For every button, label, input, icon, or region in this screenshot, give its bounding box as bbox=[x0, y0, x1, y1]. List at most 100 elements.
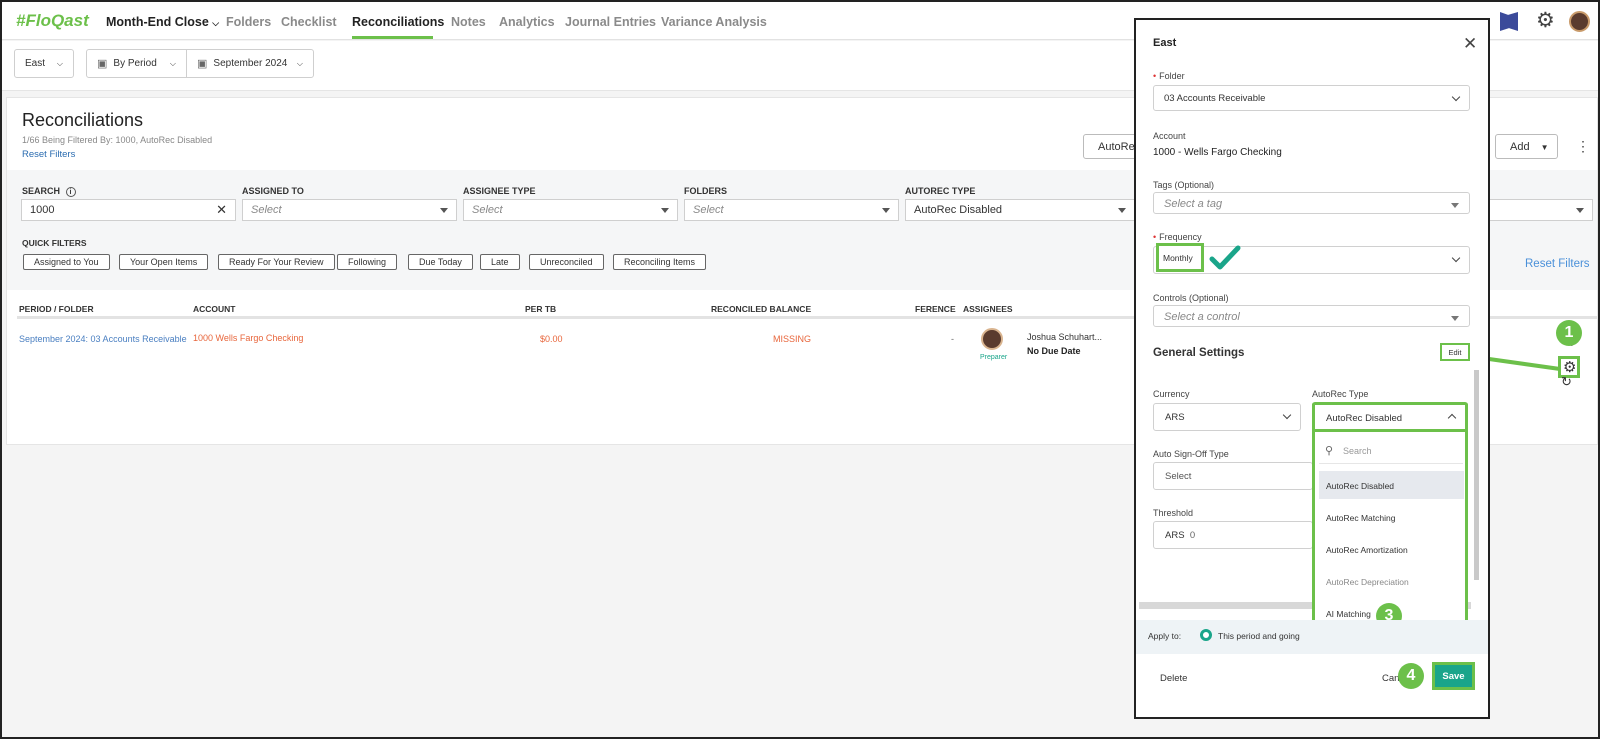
quick-filter-ready-for-review[interactable]: Ready For Your Review bbox=[218, 254, 335, 270]
app-frame: #FloQast Month-End Close ⌵ Folders Check… bbox=[0, 0, 1600, 739]
add-label: Add bbox=[1510, 141, 1530, 153]
more-options-icon[interactable]: ⋮ bbox=[1576, 138, 1590, 155]
logo-text: FloQast bbox=[25, 11, 89, 30]
entity-select[interactable]: East ⌵ bbox=[14, 49, 74, 78]
vertical-scrollbar[interactable] bbox=[1474, 370, 1479, 580]
quick-filter-late[interactable]: Late bbox=[480, 254, 520, 270]
folder-select[interactable]: 03 Accounts Receivable bbox=[1153, 85, 1470, 111]
month-end-close-menu[interactable]: Month-End Close ⌵ bbox=[106, 15, 219, 29]
add-button[interactable]: Add ▼ bbox=[1495, 134, 1558, 159]
assigned-to-select[interactable]: Select bbox=[242, 199, 457, 221]
row-per-tb: $0.00 bbox=[540, 334, 563, 344]
frequency-value: Monthly bbox=[1163, 253, 1193, 263]
folders-placeholder: Select bbox=[693, 204, 724, 216]
apply-to-label: Apply to: bbox=[1148, 631, 1182, 641]
autorec-type-label: AUTOREC TYPE bbox=[905, 186, 976, 196]
caret-down-icon bbox=[1576, 208, 1584, 213]
col-per-tb[interactable]: PER TB bbox=[525, 304, 556, 314]
threshold-input[interactable]: ARS 0 bbox=[1153, 521, 1313, 549]
close-icon[interactable]: ✕ bbox=[1463, 34, 1477, 54]
assignee-type-label: ASSIGNEE TYPE bbox=[463, 186, 536, 196]
reset-filters-link[interactable]: Reset Filters bbox=[22, 149, 75, 160]
option-autorec-depreciation[interactable]: AutoRec Depreciation bbox=[1319, 567, 1464, 595]
gear-icon[interactable]: ⚙ bbox=[1536, 8, 1555, 33]
assignee-avatar[interactable] bbox=[981, 328, 1003, 350]
delete-button[interactable]: Delete bbox=[1160, 673, 1187, 684]
assignee-type-placeholder: Select bbox=[472, 204, 503, 216]
period-mode-select[interactable]: ▣ By Period ⌵ bbox=[86, 49, 187, 78]
tags-label: Tags (Optional) bbox=[1153, 180, 1215, 190]
active-tab-indicator bbox=[352, 36, 433, 39]
caret-down-icon bbox=[1118, 208, 1126, 213]
floqast-logo[interactable]: #FloQast bbox=[16, 11, 89, 31]
chevron-down-icon: ⌵ bbox=[296, 58, 303, 68]
row-account-link[interactable]: 1000 Wells Fargo Checking bbox=[193, 333, 303, 343]
quick-filter-reconciling-items[interactable]: Reconciling Items bbox=[613, 254, 707, 270]
nav-journal-entries[interactable]: Journal Entries bbox=[565, 15, 656, 29]
book-icon[interactable] bbox=[1500, 12, 1518, 31]
controls-select[interactable]: Select a control bbox=[1153, 305, 1470, 327]
currency-select[interactable]: ARS bbox=[1153, 403, 1301, 431]
quick-filter-unreconciled[interactable]: Unreconciled bbox=[529, 254, 604, 270]
extra-filter-select[interactable] bbox=[1487, 199, 1593, 221]
col-account[interactable]: ACCOUNT bbox=[193, 304, 236, 314]
period-label: September 2024 bbox=[213, 58, 288, 69]
col-reconciled-balance[interactable]: RECONCILED BALANCE bbox=[711, 304, 811, 314]
quick-filter-assigned-to-you[interactable]: Assigned to You bbox=[23, 254, 110, 270]
assignee-name: Joshua Schuhart... bbox=[1027, 332, 1103, 342]
nav-variance-analysis[interactable]: Variance Analysis bbox=[661, 15, 767, 29]
autorec-type-value: AutoRec Disabled bbox=[1326, 413, 1403, 424]
dropdown-search-placeholder: Search bbox=[1343, 446, 1372, 456]
chevron-up-icon bbox=[1447, 413, 1457, 423]
assigned-to-label: ASSIGNED TO bbox=[242, 186, 304, 196]
search-value: 1000 bbox=[30, 204, 55, 216]
save-button[interactable]: Save bbox=[1432, 662, 1475, 690]
reset-filters-right-link[interactable]: Reset Filters bbox=[1525, 258, 1590, 270]
threshold-value: 0 bbox=[1189, 530, 1196, 541]
filter-summary: 1/66 Being Filtered By: 1000, AutoRec Di… bbox=[22, 135, 213, 145]
caret-down-icon bbox=[440, 208, 448, 213]
folders-select[interactable]: Select bbox=[684, 199, 899, 221]
modal-title: East bbox=[1153, 37, 1177, 49]
apply-radio[interactable] bbox=[1200, 629, 1212, 641]
calendar-icon: ▣ bbox=[97, 58, 108, 70]
option-autorec-matching[interactable]: AutoRec Matching bbox=[1319, 503, 1464, 531]
col-difference[interactable]: FERENCE bbox=[915, 304, 956, 314]
quick-filter-due-today[interactable]: Due Today bbox=[408, 254, 473, 270]
currency-value: ARS bbox=[1165, 412, 1185, 423]
quick-filter-your-open-items[interactable]: Your Open Items bbox=[119, 254, 209, 270]
threshold-currency: ARS bbox=[1165, 530, 1185, 541]
col-period-folder[interactable]: PERIOD / FOLDER bbox=[19, 304, 94, 314]
required-marker: • bbox=[1153, 71, 1157, 81]
option-autorec-disabled[interactable]: AutoRec Disabled bbox=[1319, 471, 1464, 499]
row-reconciled-balance: MISSING bbox=[773, 334, 812, 344]
chevron-down-icon: ⌵ bbox=[212, 18, 220, 28]
nav-notes[interactable]: Notes bbox=[451, 15, 486, 29]
assignee-type-select[interactable]: Select bbox=[463, 199, 678, 221]
option-autorec-amortization[interactable]: AutoRec Amortization bbox=[1319, 535, 1464, 563]
clear-icon[interactable]: ✕ bbox=[216, 202, 227, 218]
period-select[interactable]: ▣ September 2024 ⌵ bbox=[186, 49, 314, 78]
cancel-button[interactable]: Can bbox=[1382, 673, 1399, 684]
nav-folders[interactable]: Folders bbox=[226, 15, 271, 29]
chevron-down-icon bbox=[1451, 92, 1461, 102]
reconciliation-settings-modal: East ✕ • Folder 03 Accounts Receivable Ac… bbox=[1134, 18, 1490, 719]
nav-analytics[interactable]: Analytics bbox=[499, 15, 555, 29]
auto-signoff-select[interactable]: Select bbox=[1153, 462, 1313, 490]
period-mode-label: By Period bbox=[113, 58, 157, 69]
quick-filter-following[interactable]: Following bbox=[337, 254, 398, 270]
row-period-folder-link[interactable]: September 2024: 03 Accounts Receivable bbox=[19, 334, 187, 344]
autorec-type-select[interactable]: AutoRec Disabled bbox=[905, 199, 1135, 221]
search-input[interactable]: 1000 ✕ bbox=[21, 199, 236, 221]
edit-button[interactable]: Edit bbox=[1440, 343, 1470, 361]
dropdown-search-input[interactable]: ⚲ Search bbox=[1319, 437, 1463, 464]
avatar[interactable] bbox=[1569, 11, 1590, 32]
search-label: SEARCH i bbox=[22, 186, 76, 197]
nav-reconciliations[interactable]: Reconciliations bbox=[352, 15, 444, 29]
tags-select[interactable]: Select a tag bbox=[1153, 192, 1470, 214]
row-difference: - bbox=[951, 334, 954, 344]
col-assignees[interactable]: ASSIGNEES bbox=[963, 304, 1013, 314]
callout-1: 1 bbox=[1556, 320, 1582, 346]
folder-value: 03 Accounts Receivable bbox=[1164, 93, 1266, 104]
nav-checklist[interactable]: Checklist bbox=[281, 15, 337, 29]
